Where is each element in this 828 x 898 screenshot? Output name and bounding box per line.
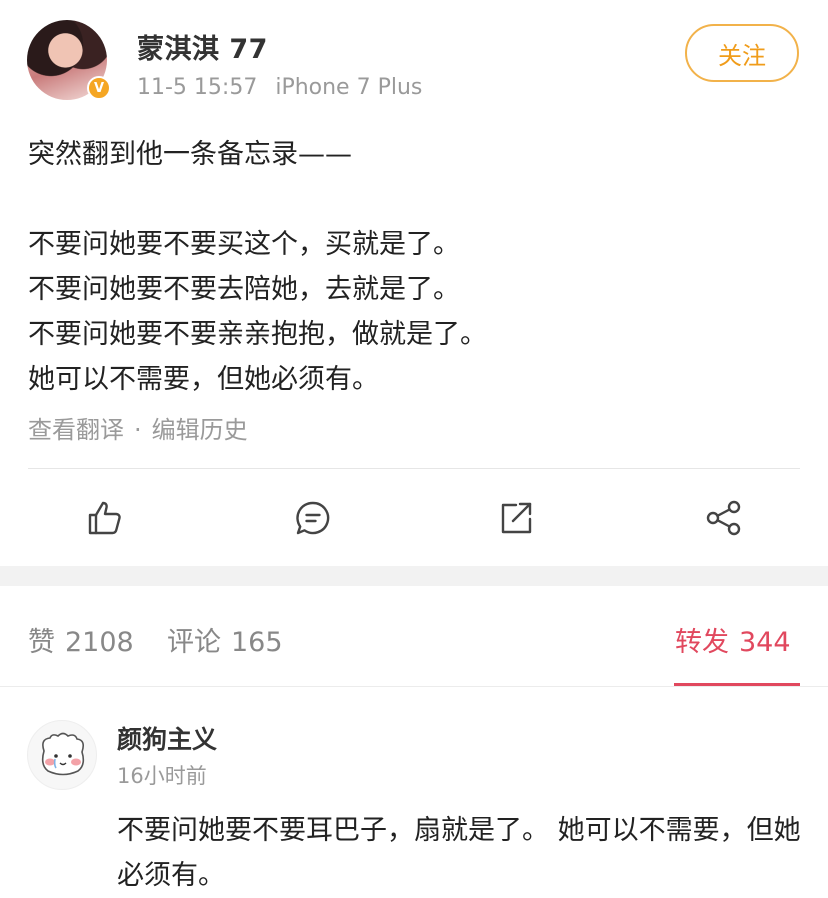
tab-likes-label: 赞	[28, 627, 55, 658]
like-icon	[88, 501, 121, 535]
post-date: 11-5 15:57	[137, 75, 258, 100]
comment-button[interactable]	[285, 490, 341, 546]
commenter-avatar[interactable]	[27, 720, 97, 790]
repost-icon	[501, 502, 532, 534]
like-button[interactable]	[77, 490, 133, 546]
tab-comments-count: 165	[231, 627, 283, 658]
tab-likes-count: 2108	[65, 627, 134, 658]
post-username[interactable]: 蒙淇淇 77	[137, 27, 268, 66]
action-bar	[0, 490, 828, 546]
commenter-username[interactable]: 颜狗主义	[117, 720, 217, 756]
follow-button[interactable]: 关注	[685, 24, 799, 82]
post-links: 查看翻译 · 编辑历史	[28, 410, 248, 445]
section-separator	[0, 566, 828, 586]
tab-likes[interactable]: 赞 2108	[28, 620, 134, 659]
divider	[28, 468, 800, 469]
tab-reposts-count: 344	[739, 627, 791, 658]
verified-badge-icon: V	[87, 76, 111, 100]
share-button[interactable]	[696, 490, 752, 546]
tab-comments-label: 评论	[167, 627, 221, 658]
post-device: iPhone 7 Plus	[275, 75, 423, 100]
comment-icon	[296, 501, 330, 535]
content-line: 不要问她要不要亲亲抱抱，做就是了。	[28, 319, 487, 350]
divider	[0, 686, 828, 687]
post-content: 突然翻到他一条备忘录—— 不要问她要不要买这个，买就是了。 不要问她要不要去陪她…	[28, 132, 487, 402]
content-blank-line	[28, 177, 487, 222]
edit-history-link[interactable]: 编辑历史	[152, 416, 248, 444]
content-line: 不要问她要不要买这个，买就是了。	[28, 229, 460, 260]
repost-button[interactable]	[488, 490, 544, 546]
translate-link[interactable]: 查看翻译	[28, 416, 124, 444]
interaction-tabs: 赞 2108 评论 165 转发 344	[0, 586, 828, 687]
share-icon	[706, 500, 741, 536]
cartoon-avatar-icon	[41, 732, 85, 776]
tab-reposts-label: 转发	[675, 627, 729, 658]
comment-time: 16小时前	[117, 764, 207, 788]
tab-reposts[interactable]: 转发 344	[675, 620, 791, 659]
comment-text: 不要问她要不要耳巴子，扇就是了。 她可以不需要，但她必须有。	[117, 815, 801, 891]
content-line: 她可以不需要，但她必须有。	[28, 364, 379, 395]
content-line: 不要问她要不要去陪她，去就是了。	[28, 274, 460, 305]
link-separator: ·	[134, 416, 142, 444]
post-card: V 蒙淇淇 77 11-5 15:57 iPhone 7 Plus 关注 突然翻到…	[0, 0, 828, 566]
tab-comments[interactable]: 评论 165	[167, 620, 283, 659]
content-line: 突然翻到他一条备忘录——	[28, 139, 352, 170]
post-meta: 11-5 15:57 iPhone 7 Plus	[137, 75, 422, 100]
